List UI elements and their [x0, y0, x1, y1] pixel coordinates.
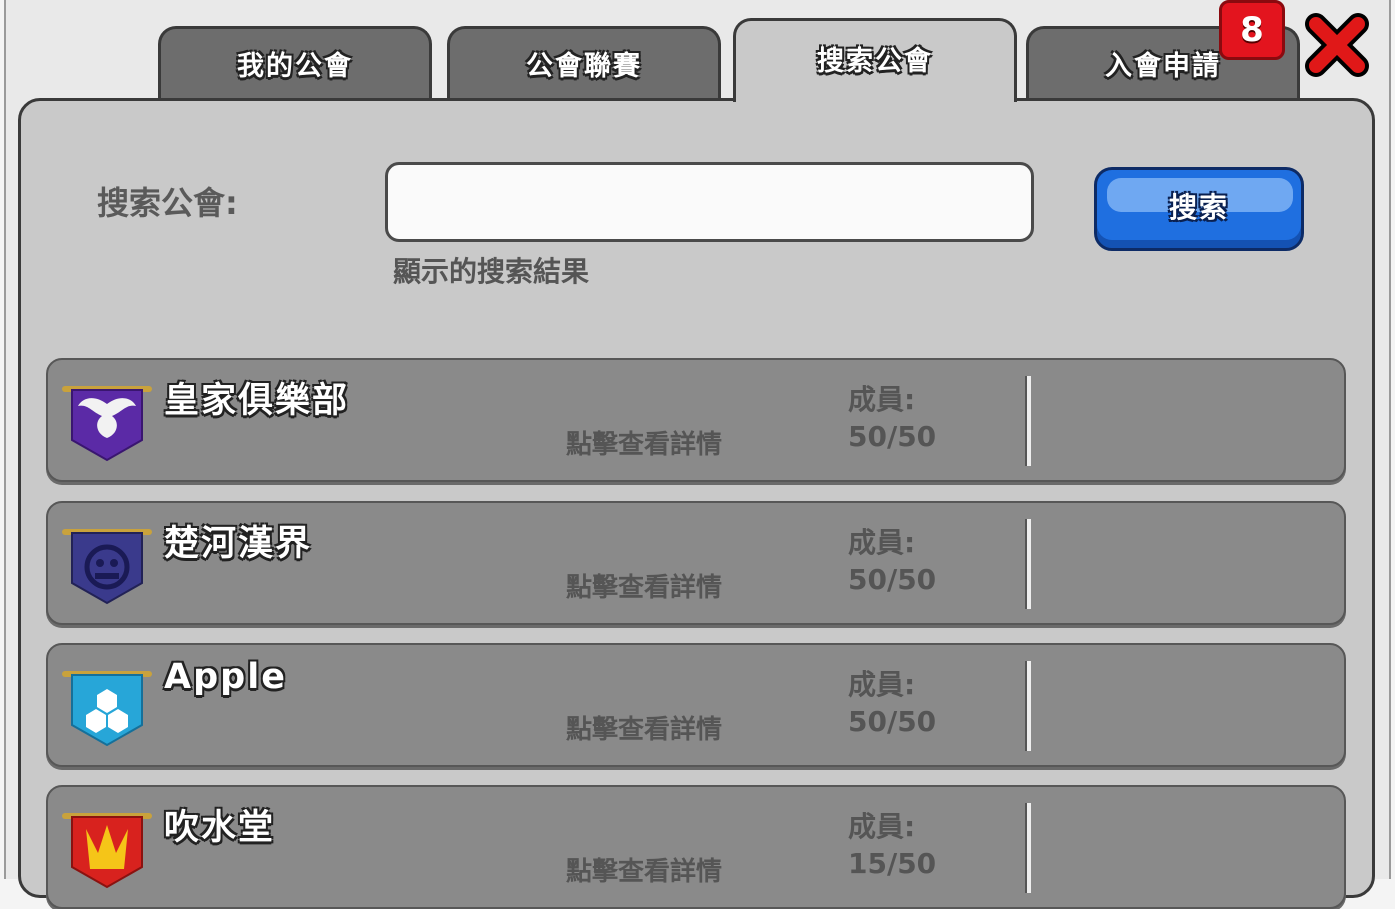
results-label: 顯示的搜索結果: [393, 255, 590, 288]
hexagon-emblem-icon: [62, 671, 152, 747]
members-label: 成員:: [848, 526, 916, 559]
members-count: 15/50: [848, 847, 937, 880]
tab-my-guild[interactable]: 我的公會: [158, 26, 432, 98]
search-button[interactable]: 搜索: [1094, 167, 1304, 251]
guild-row[interactable]: 吹水堂 點擊查看詳情 成員: 15/50: [46, 785, 1346, 909]
tab-search-guild[interactable]: 搜索公會: [733, 18, 1017, 102]
divider: [1025, 661, 1031, 751]
divider: [1025, 519, 1031, 609]
guild-row[interactable]: Apple 點擊查看詳情 成員: 50/50: [46, 643, 1346, 767]
close-icon: [1305, 13, 1369, 77]
details-link[interactable]: 點擊查看詳情: [566, 567, 722, 604]
search-label: 搜索公會:: [97, 184, 238, 222]
guild-name: 皇家俱樂部: [164, 381, 350, 421]
guild-row[interactable]: 皇家俱樂部 點擊查看詳情 成員: 50/50: [46, 358, 1346, 482]
search-button-label: 搜索: [1168, 191, 1229, 224]
divider: [1025, 803, 1031, 893]
divider: [1025, 376, 1031, 466]
guild-row[interactable]: 楚河漢界 點擊查看詳情 成員: 50/50: [46, 501, 1346, 625]
jolly-roger-emblem-icon: [62, 529, 152, 605]
members-count: 50/50: [848, 563, 937, 596]
guild-name: Apple: [164, 657, 287, 697]
close-button[interactable]: [1302, 10, 1372, 80]
members-label: 成員:: [848, 668, 916, 701]
members-count: 50/50: [848, 705, 937, 738]
details-link[interactable]: 點擊查看詳情: [566, 851, 722, 888]
members-label: 成員:: [848, 383, 916, 416]
search-input[interactable]: [385, 162, 1034, 242]
notification-badge: 8: [1219, 0, 1285, 60]
members-count: 50/50: [848, 420, 937, 453]
winged-emblem-icon: [62, 386, 152, 462]
guild-name: 楚河漢界: [164, 524, 313, 564]
tab-guild-league[interactable]: 公會聯賽: [447, 26, 721, 98]
guild-name: 吹水堂: [164, 808, 276, 848]
details-link[interactable]: 點擊查看詳情: [566, 709, 722, 746]
members-label: 成員:: [848, 810, 916, 843]
details-link[interactable]: 點擊查看詳情: [566, 424, 722, 461]
